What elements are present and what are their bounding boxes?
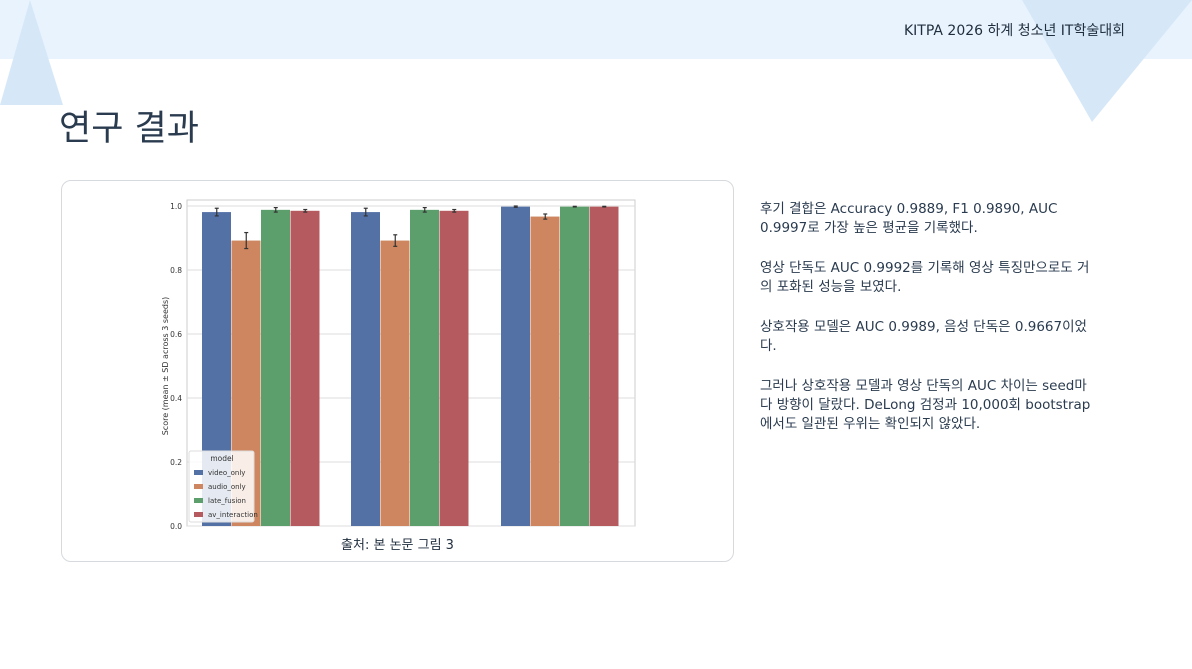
left-triangle-decoration — [0, 0, 63, 105]
legend-swatch-late_fusion — [194, 498, 203, 503]
legend-swatch-video_only — [194, 470, 203, 475]
legend-label-av_interaction: av_interaction — [208, 511, 258, 519]
event-name: KITPA 2026 하계 청소년 IT학술대회 — [903, 23, 1125, 39]
result-paragraph: 후기 결합은 Accuracy 0.9889, F1 0.9890, AUC 0… — [760, 201, 1058, 236]
legend-swatch-audio_only — [194, 484, 203, 489]
legend-label-video_only: video_only — [208, 469, 245, 477]
y-tick-label: 0.2 — [170, 458, 182, 467]
result-paragraph: 영상 단독도 AUC 0.9992를 기록해 영상 특징만으로도 거의 포화된 … — [760, 260, 1090, 295]
figure-card: 0.0 0.2 0.4 0.6 0.8 1.0 Score (mean ± SD acros… — [61, 180, 734, 562]
figure-caption: 출처: 본 논문 그림 3 — [341, 538, 454, 553]
legend-title: model — [210, 454, 233, 463]
bar-av_interaction — [439, 210, 469, 527]
legend-swatch-av_interaction — [194, 512, 203, 517]
result-paragraph: 그러나 상호작용 모델과 영상 단독의 AUC 차이는 seed마다 방향이 달… — [760, 378, 1091, 432]
bar-late_fusion — [261, 209, 290, 526]
result-paragraph: 상호작용 모델은 AUC 0.9989, 음성 단독은 0.9667이었다. — [760, 319, 1087, 354]
legend-label-late_fusion: late_fusion — [208, 497, 246, 505]
right-triangle-decoration — [1022, 0, 1192, 122]
slide-title: 연구 결과 — [59, 109, 199, 149]
y-tick-label: 0.0 — [170, 522, 182, 531]
bar-audio_only — [530, 216, 560, 526]
legend-label-audio_only: audio_only — [208, 483, 246, 491]
y-tick-label: 0.4 — [170, 394, 182, 403]
bar-av_interaction — [290, 210, 320, 527]
results-text: 후기 결합은 Accuracy 0.9889, F1 0.9890, AUC 0… — [760, 200, 1095, 455]
bar-video_only — [351, 212, 380, 526]
y-tick-label: 0.6 — [170, 330, 182, 339]
bar-av_interaction — [589, 206, 619, 526]
bar-chart: 0.0 0.2 0.4 0.6 0.8 1.0 Score (mean ± SD acros… — [161, 199, 636, 531]
bar-late_fusion — [410, 209, 439, 526]
y-tick-label: 0.8 — [170, 266, 182, 275]
y-tick-label: 1.0 — [170, 202, 182, 211]
bar-late_fusion — [560, 206, 589, 526]
y-axis-label: Score (mean ± SD across 3 seeds) — [161, 297, 170, 436]
bar-audio_only — [380, 240, 410, 526]
bar-video_only — [501, 206, 530, 526]
